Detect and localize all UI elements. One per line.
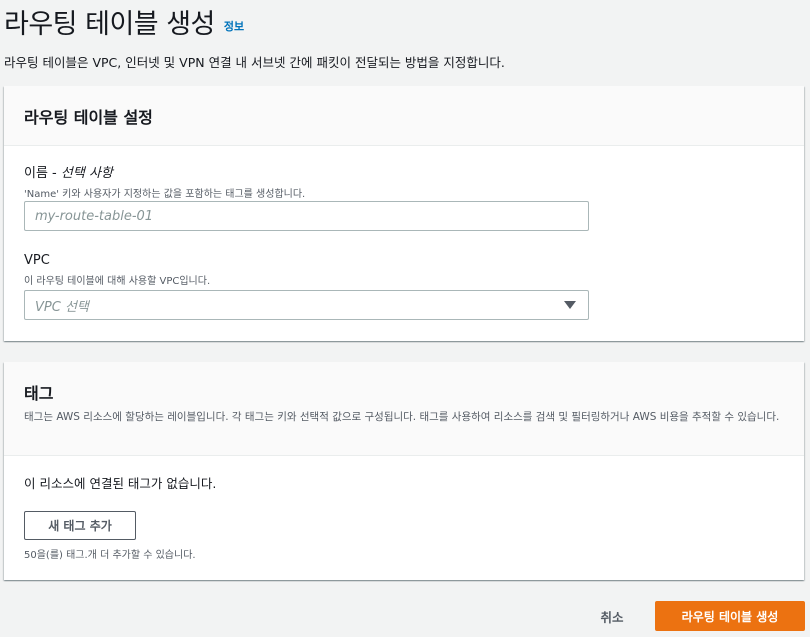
- page-title: 라우팅 테이블 생성: [4, 9, 215, 40]
- name-input[interactable]: [35, 208, 578, 224]
- name-field-label-group: 이름 - 선택 사항 'Name' 키와 사용자가 지정하는 값을 포함하는 태…: [24, 162, 305, 200]
- tags-panel-title: 태그: [24, 384, 54, 403]
- tags-description: 태그는 AWS 리소스에 할당하는 레이블입니다. 각 태그는 키와 선택적 값…: [24, 411, 780, 423]
- vpc-field-description: 이 라우팅 테이블에 대해 사용할 VPC입니다.: [24, 276, 211, 287]
- name-input-wrapper[interactable]: [24, 201, 589, 231]
- vpc-select[interactable]: VPC 선택: [24, 290, 589, 320]
- name-field-label: 이름 - 선택 사항: [24, 166, 113, 181]
- page-description: 라우팅 테이블은 VPC, 인터넷 및 VPN 연결 내 서브넷 간에 패킷이 …: [4, 55, 505, 70]
- page-header: 라우팅 테이블 생성 정보: [4, 2, 244, 41]
- tag-limit-text: 50을(를) 태그.개 더 추가할 수 있습니다.: [24, 550, 196, 561]
- vpc-field-label: VPC: [24, 253, 50, 268]
- info-link[interactable]: 정보: [224, 18, 244, 34]
- tags-panel-header: 태그 태그는 AWS 리소스에 할당하는 레이블입니다. 각 태그는 키와 선택…: [4, 362, 804, 456]
- settings-panel-title: 라우팅 테이블 설정: [24, 107, 153, 127]
- route-table-settings-panel: 라우팅 테이블 설정 이름 - 선택 사항 'Name' 키와 사용자가 지정하…: [4, 86, 804, 341]
- optional-label: 선택 사항: [60, 166, 113, 181]
- vpc-field-label-group: VPC 이 라우팅 테이블에 대해 사용할 VPC입니다.: [24, 253, 210, 287]
- settings-panel-header: 라우팅 테이블 설정: [4, 86, 804, 146]
- tags-panel: 태그 태그는 AWS 리소스에 할당하는 레이블입니다. 각 태그는 키와 선택…: [4, 362, 804, 580]
- caret-down-icon: [564, 301, 576, 309]
- vpc-select-value: VPC 선택: [35, 299, 89, 315]
- no-tags-message: 이 리소스에 연결된 태그가 없습니다.: [24, 476, 217, 491]
- add-tag-button[interactable]: 새 태그 추가: [24, 511, 136, 540]
- cancel-button[interactable]: 취소: [586, 601, 638, 631]
- name-field-description: 'Name' 키와 사용자가 지정하는 값을 포함하는 태그를 생성합니다.: [24, 189, 306, 200]
- create-route-table-button[interactable]: 라우팅 테이블 생성: [655, 601, 805, 631]
